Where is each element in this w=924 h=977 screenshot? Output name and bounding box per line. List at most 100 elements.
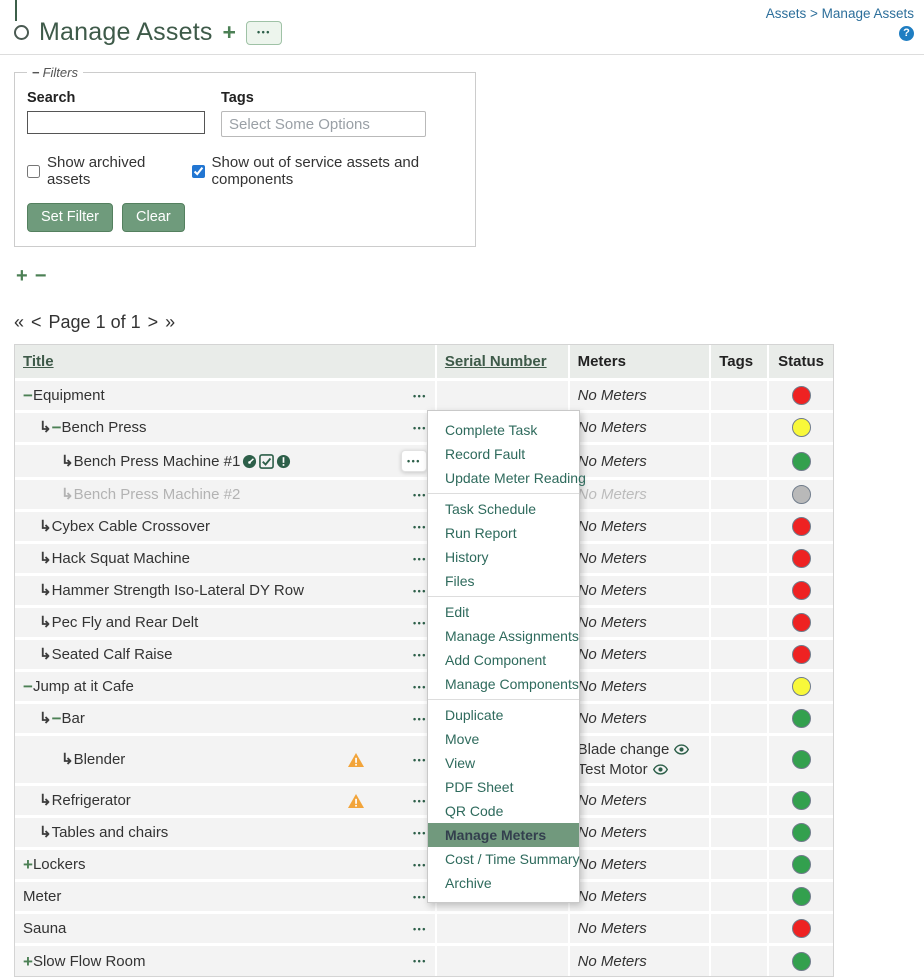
row-actions-button[interactable]: ••• (413, 828, 427, 838)
breadcrumb[interactable]: Assets > Manage Assets (766, 6, 914, 21)
menu-item-qr-code[interactable]: QR Code (428, 799, 579, 823)
table-header-row: TitleSerial NumberMetersTagsStatus (15, 345, 833, 381)
row-context-menu: Complete TaskRecord FaultUpdate Meter Re… (427, 410, 580, 903)
column-header-label: Meters (578, 353, 626, 370)
menu-item-add-component[interactable]: Add Component (428, 648, 579, 672)
row-actions-button[interactable]: ••• (413, 586, 427, 596)
menu-item-manage-assignments[interactable]: Manage Assignments (428, 624, 579, 648)
page-indicator: Page 1 of 1 (49, 312, 141, 333)
asset-title[interactable]: Sauna (23, 920, 66, 937)
row-actions-button[interactable]: ••• (413, 714, 427, 724)
collapse-node-icon[interactable]: − (23, 387, 33, 404)
asset-title[interactable]: Cybex Cable Crossover (52, 518, 210, 535)
row-actions-button[interactable]: ••• (413, 796, 427, 806)
warning-indicator (347, 793, 365, 809)
menu-item-update-meter-reading[interactable]: Update Meter Reading (428, 466, 579, 490)
menu-item-cost-time-summary[interactable]: Cost / Time Summary (428, 847, 579, 871)
menu-item-edit[interactable]: Edit (428, 600, 579, 624)
tags-select-input[interactable] (221, 111, 426, 137)
asset-title[interactable]: Hammer Strength Iso-Lateral DY Row (52, 582, 304, 599)
asset-title[interactable]: Blender (74, 751, 126, 768)
row-actions-button[interactable]: ••• (413, 650, 427, 660)
menu-item-move[interactable]: Move (428, 727, 579, 751)
row-actions-button[interactable]: ••• (413, 554, 427, 564)
asset-title[interactable]: Refrigerator (52, 792, 131, 809)
meter-link[interactable]: Test Motor (578, 761, 668, 778)
branch-arrow-icon: ↳ (61, 752, 74, 767)
help-icon[interactable]: ? (899, 26, 914, 41)
asset-title[interactable]: Bench Press Machine #1 (74, 453, 241, 470)
row-actions-button[interactable]: ••• (413, 924, 427, 934)
collapse-all-icon[interactable]: − (35, 266, 47, 286)
collapse-node-icon[interactable]: − (52, 710, 62, 727)
row-actions-button[interactable]: ••• (413, 682, 427, 692)
asset-title[interactable]: Slow Flow Room (33, 953, 146, 970)
asset-title[interactable]: Tables and chairs (52, 824, 169, 841)
add-asset-button[interactable]: + (223, 21, 236, 44)
meters-cell: No Meters (570, 818, 712, 847)
asset-title[interactable]: Seated Calf Raise (52, 646, 173, 663)
asset-title[interactable]: Bench Press Machine #2 (74, 486, 241, 503)
asset-title[interactable]: Jump at it Cafe (33, 678, 134, 695)
menu-item-complete-task[interactable]: Complete Task (428, 418, 579, 442)
first-page-button[interactable]: « (14, 312, 24, 333)
row-actions-button[interactable]: ••• (413, 490, 427, 500)
asset-title[interactable]: Lockers (33, 856, 86, 873)
collapse-filters-icon[interactable]: − (32, 65, 40, 80)
asset-title-cell: ↳Refrigerator••• (15, 786, 437, 815)
last-page-button[interactable]: » (165, 312, 175, 333)
row-actions-button[interactable]: ••• (401, 450, 427, 472)
menu-item-archive[interactable]: Archive (428, 871, 579, 895)
loading-circle-icon (14, 25, 29, 40)
menu-item-manage-components[interactable]: Manage Components (428, 672, 579, 696)
show-out-of-service-checkbox[interactable] (192, 164, 205, 179)
menu-item-duplicate[interactable]: Duplicate (428, 703, 579, 727)
menu-item-history[interactable]: History (428, 545, 579, 569)
asset-title[interactable]: Meter (23, 888, 61, 905)
clear-filter-button[interactable]: Clear (122, 203, 185, 232)
asset-title[interactable]: Equipment (33, 387, 105, 404)
row-actions-button[interactable]: ••• (413, 892, 427, 902)
row-actions-button[interactable]: ••• (413, 423, 427, 433)
asset-title[interactable]: Pec Fly and Rear Delt (52, 614, 199, 631)
show-archived-checkbox-row[interactable]: Show archived assets (27, 154, 172, 188)
menu-item-manage-meters[interactable]: Manage Meters (428, 823, 579, 847)
asset-title[interactable]: Bench Press (62, 419, 147, 436)
tags-cell (711, 445, 769, 477)
menu-item-task-schedule[interactable]: Task Schedule (428, 497, 579, 521)
asset-title-cell: ↳Hammer Strength Iso-Lateral DY Row••• (15, 576, 437, 605)
row-actions-button[interactable]: ••• (413, 755, 427, 765)
column-header-label: Status (778, 353, 824, 370)
row-actions-button[interactable]: ••• (413, 522, 427, 532)
alert-circle-icon (276, 454, 291, 469)
column-header-label[interactable]: Serial Number (445, 353, 547, 370)
show-archived-checkbox[interactable] (27, 164, 40, 179)
row-actions-button[interactable]: ••• (413, 618, 427, 628)
table-row: ↳Tables and chairs•••No Meters (15, 818, 833, 850)
tags-cell (711, 786, 769, 815)
asset-title[interactable]: Hack Squat Machine (52, 550, 190, 567)
row-actions-button[interactable]: ••• (413, 956, 427, 966)
tags-cell (711, 914, 769, 943)
collapse-node-icon[interactable]: − (52, 419, 62, 436)
show-out-of-service-checkbox-row[interactable]: Show out of service assets and component… (192, 154, 464, 188)
menu-item-record-fault[interactable]: Record Fault (428, 442, 579, 466)
row-actions-button[interactable]: ••• (413, 860, 427, 870)
next-page-button[interactable]: > (148, 312, 159, 333)
asset-title[interactable]: Bar (62, 710, 85, 727)
row-actions-button[interactable]: ••• (413, 391, 427, 401)
expand-node-icon[interactable]: + (23, 953, 33, 970)
collapse-node-icon[interactable]: − (23, 678, 33, 695)
expand-node-icon[interactable]: + (23, 856, 33, 873)
menu-item-view[interactable]: View (428, 751, 579, 775)
column-header-label[interactable]: Title (23, 353, 54, 370)
set-filter-button[interactable]: Set Filter (27, 203, 113, 232)
menu-item-run-report[interactable]: Run Report (428, 521, 579, 545)
page-actions-button[interactable]: ••• (246, 21, 282, 45)
menu-item-pdf-sheet[interactable]: PDF Sheet (428, 775, 579, 799)
menu-item-files[interactable]: Files (428, 569, 579, 593)
meter-link[interactable]: Blade change (578, 741, 690, 758)
search-input[interactable] (27, 111, 205, 134)
expand-all-icon[interactable]: + (16, 266, 28, 286)
prev-page-button[interactable]: < (31, 312, 42, 333)
